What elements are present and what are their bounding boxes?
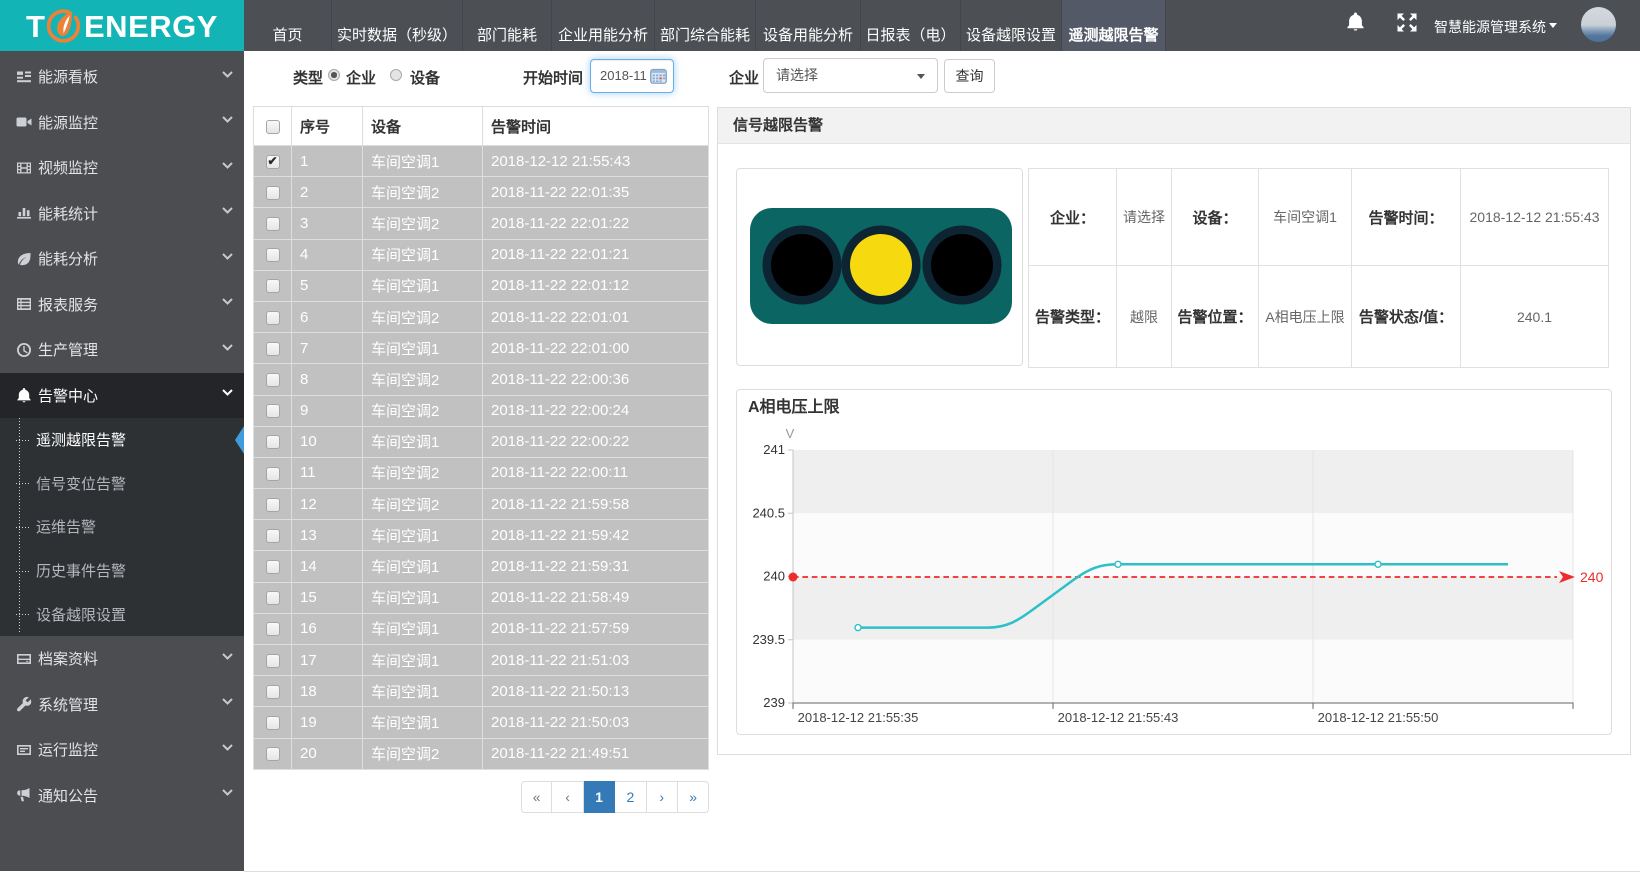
svg-text:240: 240 — [763, 569, 785, 584]
svg-text:240.5: 240.5 — [752, 505, 785, 520]
svg-text:2018-12-12 21:55:35: 2018-12-12 21:55:35 — [798, 710, 919, 725]
svg-text:2018-12-12 21:55:50: 2018-12-12 21:55:50 — [1318, 710, 1439, 725]
svg-text:2018-12-12 21:55:43: 2018-12-12 21:55:43 — [1058, 710, 1179, 725]
svg-text:239: 239 — [763, 695, 785, 710]
svg-text:239.5: 239.5 — [752, 632, 785, 647]
svg-text:240: 240 — [1580, 569, 1604, 585]
svg-text:V: V — [786, 426, 795, 441]
svg-text:241: 241 — [763, 442, 785, 457]
